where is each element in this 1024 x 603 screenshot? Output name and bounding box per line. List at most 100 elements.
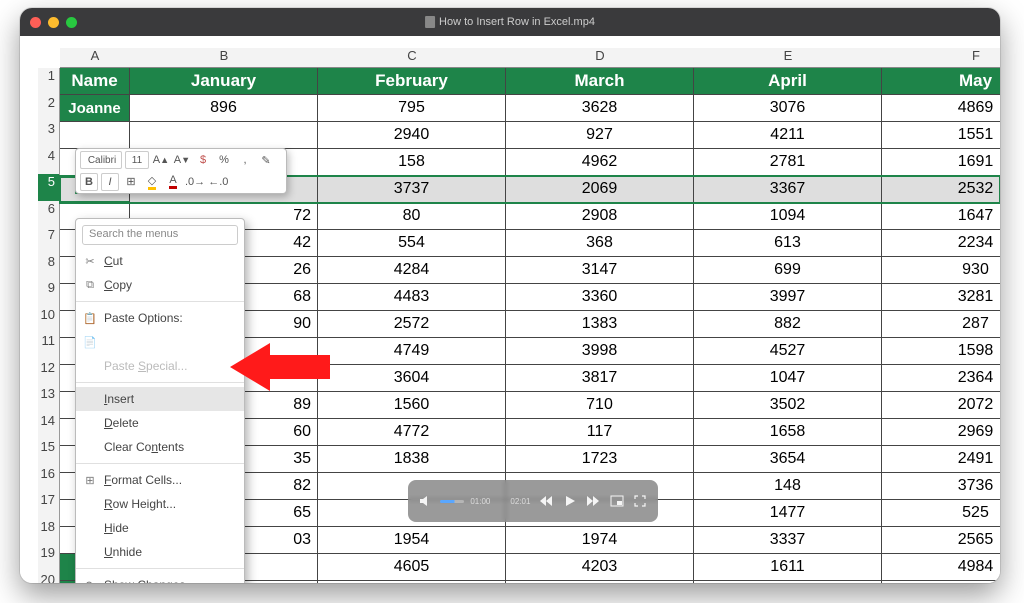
row-header[interactable]: 19 [38,545,60,572]
data-cell[interactable]: 525 [882,500,1000,527]
data-cell[interactable]: 699 [694,257,882,284]
percent-format-icon[interactable]: % [215,151,233,169]
data-cell[interactable]: 3360 [506,284,694,311]
data-cell[interactable]: 4962 [506,149,694,176]
data-cell[interactable]: 1383 [506,311,694,338]
zoom-icon[interactable] [66,17,77,28]
data-cell[interactable]: 773 [318,581,506,583]
menu-item-clear[interactable]: Clear Contents [76,435,244,459]
header-cell[interactable]: April [694,68,882,95]
data-cell[interactable]: 521 [882,581,1000,583]
data-cell[interactable]: 795 [318,95,506,122]
pip-icon[interactable] [607,490,627,512]
menu-item-delete[interactable]: Delete [76,411,244,435]
menu-item-unhide[interactable]: Unhide [76,540,244,564]
data-cell[interactable]: 158 [318,149,506,176]
data-cell[interactable]: 3076 [694,95,882,122]
row-header[interactable]: 18 [38,519,60,546]
font-name-select[interactable]: Calibri [80,151,122,169]
column-header[interactable]: E [694,48,882,68]
data-cell[interactable]: 2565 [882,527,1000,554]
menu-item-cut[interactable]: ✂Cut [76,249,244,273]
data-cell[interactable]: 2364 [882,365,1000,392]
data-cell[interactable]: 4772 [318,419,506,446]
data-cell[interactable]: 2072 [882,392,1000,419]
data-cell[interactable]: 4284 [318,257,506,284]
data-cell[interactable]: 1611 [694,554,882,581]
data-cell[interactable]: 3502 [694,392,882,419]
decrease-decimal-icon[interactable]: ←.0 [208,173,228,191]
data-cell[interactable]: 3998 [506,338,694,365]
header-cell[interactable]: May [882,68,1000,95]
column-header[interactable]: B [130,48,318,68]
data-cell[interactable]: 1954 [318,527,506,554]
close-icon[interactable] [30,17,41,28]
italic-button[interactable]: I [101,173,119,191]
row-header[interactable]: 9 [38,280,60,307]
menu-search-input[interactable]: Search the menus [82,225,238,245]
data-cell[interactable]: 3367 [694,176,882,203]
row-header[interactable]: 15 [38,439,60,466]
data-cell[interactable]: 2781 [694,149,882,176]
row-header[interactable]: 2 [38,95,60,122]
row-header[interactable]: 16 [38,466,60,493]
data-cell[interactable]: 4483 [318,284,506,311]
menu-item-row-height[interactable]: Row Height... [76,492,244,516]
data-cell[interactable]: 4605 [318,554,506,581]
data-cell[interactable]: 4869 [882,95,1000,122]
volume-slider[interactable] [440,500,465,503]
data-cell[interactable]: 1691 [882,149,1000,176]
data-cell[interactable]: 1477 [694,500,882,527]
data-cell[interactable]: 896 [130,95,318,122]
row-header[interactable]: 7 [38,227,60,254]
data-cell[interactable]: 117 [506,419,694,446]
data-cell[interactable]: 3337 [694,527,882,554]
increase-decimal-icon[interactable]: .0→ [185,173,205,191]
name-cell[interactable]: Joanne [60,95,130,122]
data-cell[interactable]: 3147 [506,257,694,284]
bold-button[interactable]: B [80,173,98,191]
row-header[interactable]: 8 [38,254,60,281]
column-header[interactable]: D [506,48,694,68]
data-cell[interactable]: 2069 [506,176,694,203]
menu-item-hide[interactable]: Hide [76,516,244,540]
accounting-format-icon[interactable]: $ [194,151,212,169]
header-cell[interactable]: January [130,68,318,95]
data-cell[interactable]: 710 [506,392,694,419]
comma-format-icon[interactable]: , [236,151,254,169]
minimize-icon[interactable] [48,17,59,28]
data-cell[interactable]: 1551 [882,122,1000,149]
menu-item-format-cells[interactable]: ⊞Format Cells... [76,468,244,492]
data-cell[interactable]: 368 [506,230,694,257]
data-cell[interactable]: 1647 [882,203,1000,230]
data-cell[interactable]: 2572 [318,311,506,338]
row-header[interactable]: 14 [38,413,60,440]
decrease-font-icon[interactable]: A▼ [173,151,191,169]
data-cell[interactable]: 1047 [694,365,882,392]
data-cell[interactable]: 287 [882,311,1000,338]
data-cell[interactable]: 613 [694,230,882,257]
increase-font-icon[interactable]: A▲ [152,151,170,169]
name-cell[interactable] [60,122,130,149]
data-cell[interactable]: 4984 [882,554,1000,581]
row-header[interactable]: 11 [38,333,60,360]
font-color-icon[interactable]: A [164,173,182,191]
row-header[interactable]: 6 [38,201,60,228]
data-cell[interactable]: 882 [694,311,882,338]
fullscreen-icon[interactable] [630,490,650,512]
data-cell[interactable]: 2908 [506,203,694,230]
header-cell[interactable]: March [506,68,694,95]
border-button[interactable]: ⊞ [122,173,140,191]
row-header[interactable]: 3 [38,121,60,148]
data-cell[interactable]: 4989 [694,581,882,583]
data-cell[interactable]: 3736 [882,473,1000,500]
data-cell[interactable]: 554 [318,230,506,257]
rewind-icon[interactable] [536,490,556,512]
data-cell[interactable]: 2940 [318,122,506,149]
data-cell[interactable]: 1598 [882,338,1000,365]
data-cell[interactable]: 2532 [882,176,1000,203]
font-size-select[interactable]: 11 [125,151,149,169]
data-cell[interactable]: 4211 [694,122,882,149]
menu-item-show-changes[interactable]: ⟳Show Changes [76,573,244,583]
header-cell[interactable]: February [318,68,506,95]
